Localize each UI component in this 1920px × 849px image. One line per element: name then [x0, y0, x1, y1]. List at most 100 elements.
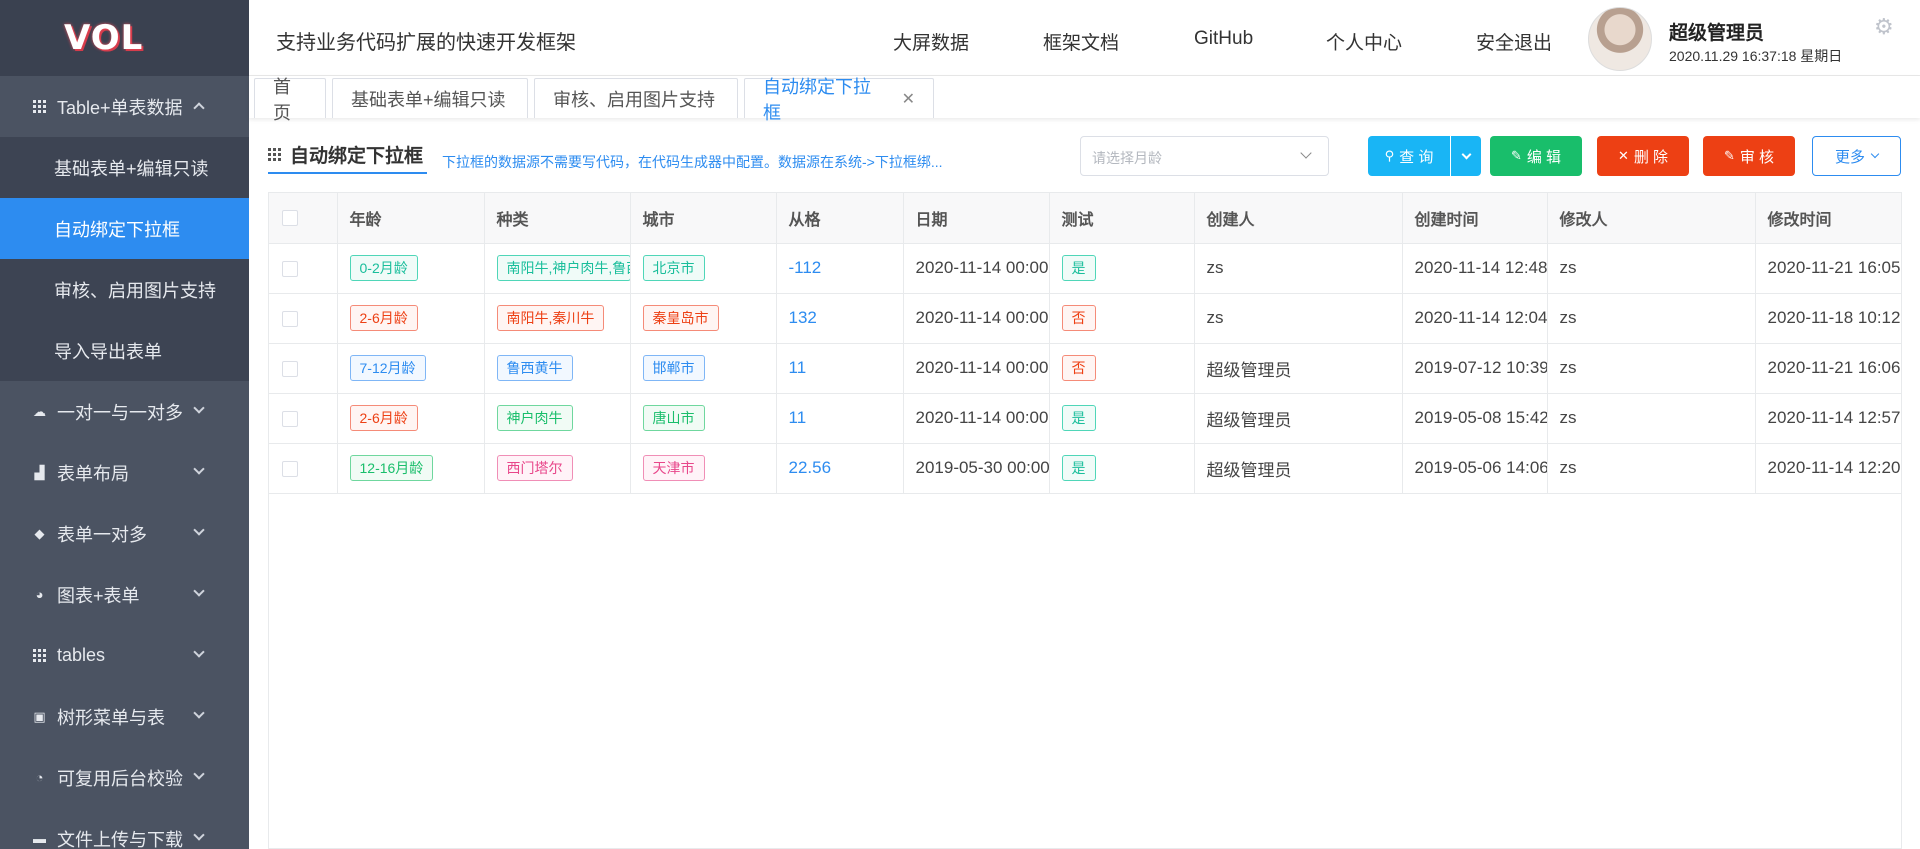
query-dropdown-button[interactable] [1451, 136, 1481, 176]
row-checkbox[interactable] [282, 310, 298, 327]
tab-auto-dropdown[interactable]: 自动绑定下拉框 ✕ [744, 77, 934, 123]
sub-item-auto-dropdown[interactable]: 自动绑定下拉框 [0, 198, 249, 259]
page-title-text: 自动绑定下拉框 [290, 145, 424, 167]
menu-table-single[interactable]: Table+单表数据 [0, 76, 249, 137]
row-checkbox[interactable] [282, 360, 298, 377]
sub-item-import-export[interactable]: 导入导出表单 [0, 320, 249, 381]
menu-file-upload[interactable]: ▬ 文件上传与下载 [0, 808, 249, 849]
column-header[interactable]: 创建时间 [1402, 193, 1548, 244]
tab-audit-image[interactable]: 审核、启用图片支持 [534, 78, 738, 118]
number-cell: 11 [776, 343, 904, 394]
month-select-placeholder: 请选择月龄 [1092, 150, 1162, 166]
avatar[interactable] [1588, 7, 1652, 71]
page-title: 自动绑定下拉框 [268, 136, 428, 174]
menu-label: 图表+表单 [57, 585, 140, 606]
row-select-cell [269, 393, 338, 444]
column-header[interactable]: 日期 [903, 193, 1050, 244]
sub-item-audit-image[interactable]: 审核、启用图片支持 [0, 259, 249, 320]
column-header[interactable]: 测试 [1049, 193, 1195, 244]
menu-label: 表单一对多 [57, 524, 147, 545]
modified-time-cell: 2020-11-21 16:05 [1755, 243, 1901, 294]
column-header[interactable]: 年龄 [337, 193, 485, 244]
nav-docs[interactable]: 框架文档 [1043, 28, 1119, 55]
logo[interactable]: VOL [0, 0, 249, 76]
close-icon[interactable]: ✕ [902, 89, 915, 109]
nav-github[interactable]: GitHub [1194, 28, 1253, 50]
column-header[interactable]: 创建人 [1194, 193, 1403, 244]
more-button[interactable]: 更多 [1812, 136, 1901, 176]
nav-profile[interactable]: 个人中心 [1326, 28, 1402, 55]
table-row[interactable]: 12-16月龄 西门塔尔 天津市 22.56 2019-05-30 00:00 是 超级管理… [269, 443, 1901, 494]
menu-form-layout[interactable]: ▟ 表单布局 [0, 442, 249, 503]
more-label: 更多 [1834, 148, 1865, 166]
table-row[interactable]: 7-12月龄 鲁西黄牛 邯郸市 11 2020-11-14 00:00 否 超级管理员 201… [269, 343, 1901, 394]
delete-button[interactable]: ✕ 删 除 [1597, 136, 1689, 176]
nav-logout[interactable]: 安全退出 [1476, 28, 1552, 55]
age-tag: 2-6月龄 [349, 405, 418, 431]
column-header[interactable]: 修改时间 [1755, 193, 1901, 244]
nav-big-screen[interactable]: 大屏数据 [893, 28, 969, 55]
age-tag: 12-16月龄 [349, 455, 434, 481]
menu-tree-table[interactable]: ▣ 树形菜单与表 [0, 686, 249, 747]
row-checkbox[interactable] [282, 460, 298, 477]
date-cell: 2020-11-14 00:00 [903, 243, 1050, 294]
submenu: 基础表单+编辑只读 自动绑定下拉框 审核、启用图片支持 导入导出表单 [0, 137, 249, 381]
created-time-cell: 2019-05-06 14:06 [1402, 443, 1548, 494]
table-header: 年龄 种类 城市 从格 日期 测试 创建人 创建时间 修改人 修改时间 [269, 193, 1901, 244]
age-tag: 0-2月龄 [349, 255, 418, 281]
sub-item-basic-form[interactable]: 基础表单+编辑只读 [0, 137, 249, 198]
table-row[interactable]: 2-6月龄 神户肉牛 唐山市 11 2020-11-14 00:00 是 超级管理员 2019… [269, 393, 1901, 444]
column-header[interactable]: 城市 [630, 193, 777, 244]
menu-form-one-to-many[interactable]: ◆ 表单一对多 [0, 503, 249, 564]
chevron-down-icon [193, 829, 205, 841]
table-row[interactable]: 0-2月龄 南阳牛,神户肉牛,鲁西黄牛北京市 -1122020-11-14 00:0… [269, 243, 1901, 294]
edit-label: 编 辑 [1526, 148, 1562, 166]
age-tag: 2-6月龄 [349, 305, 418, 331]
menu-one-to-many[interactable]: ☁ 一对一与一对多 [0, 381, 249, 442]
test-tag: 否 [1061, 305, 1096, 331]
chevron-down-icon [1300, 147, 1312, 159]
column-header[interactable]: 种类 [484, 193, 631, 244]
modified-time-cell: 2020-11-18 10:12 [1755, 293, 1901, 344]
row-checkbox[interactable] [282, 410, 298, 427]
pencil-icon: ✎ [1510, 148, 1522, 163]
test-tag: 是 [1061, 255, 1096, 281]
menu-tables[interactable]: tables [0, 625, 249, 686]
edit-button[interactable]: ✎ 编 辑 [1490, 136, 1582, 176]
kind-cell: 神户肉牛 [484, 393, 631, 444]
select-all-cell [269, 193, 338, 244]
chevron-down-icon [1461, 149, 1471, 159]
select-all-checkbox[interactable] [282, 209, 298, 226]
menu-label: tables [57, 645, 106, 665]
number-cell: -112 [776, 243, 904, 294]
row-checkbox[interactable] [282, 260, 298, 277]
gear-icon[interactable]: ⚙ [1874, 14, 1894, 40]
audit-button[interactable]: ✎ 审 核 [1703, 136, 1795, 176]
creator-cell: 超级管理员 [1194, 343, 1403, 394]
table-row[interactable]: 2-6月龄 南阳牛,秦川牛 秦皇岛市 132 2020-11-14 00:00 否 zs 20… [269, 293, 1901, 344]
city-cell: 北京市 [630, 243, 777, 294]
menu-chart-form[interactable]: ◕ 图表+表单 [0, 564, 249, 625]
city-cell: 邯郸市 [630, 343, 777, 394]
tab-basic-form[interactable]: 基础表单+编辑只读 [332, 78, 528, 118]
menu-reusable-validation[interactable]: ◔ 可复用后台校验 [0, 747, 249, 808]
data-table: 年龄 种类 城市 从格 日期 测试 创建人 创建时间 修改人 修改时间 0-2月… [268, 192, 1902, 849]
kind-tag: 南阳牛,神户肉牛,鲁西黄牛 [496, 255, 629, 281]
tab-home[interactable]: 首页 [254, 77, 326, 123]
page-description: 下拉框的数据源不需要写代码，在代码生成器中配置。数据源在系统->下拉框绑... [442, 154, 943, 170]
month-select[interactable]: 请选择月龄 [1080, 136, 1329, 176]
query-button[interactable]: ⚲ 查 询 [1368, 136, 1450, 176]
date-cell: 2020-11-14 00:00 [903, 393, 1050, 444]
column-header[interactable]: 从格 [776, 193, 904, 244]
modified-time-cell: 2020-11-14 12:57 [1755, 393, 1901, 444]
test-tag: 是 [1061, 455, 1096, 481]
column-header[interactable]: 修改人 [1547, 193, 1756, 244]
number-cell: 11 [776, 393, 904, 444]
tab-bar: 首页 基础表单+编辑只读 审核、启用图片支持 自动绑定下拉框 ✕ [249, 76, 1920, 123]
kind-cell: 西门塔尔 [484, 443, 631, 494]
test-cell: 是 [1049, 243, 1195, 294]
test-cell: 是 [1049, 393, 1195, 444]
city-cell: 唐山市 [630, 393, 777, 444]
bar-chart-icon: ▟ [34, 464, 45, 480]
slogan: 支持业务代码扩展的快速开发框架 [276, 32, 576, 54]
